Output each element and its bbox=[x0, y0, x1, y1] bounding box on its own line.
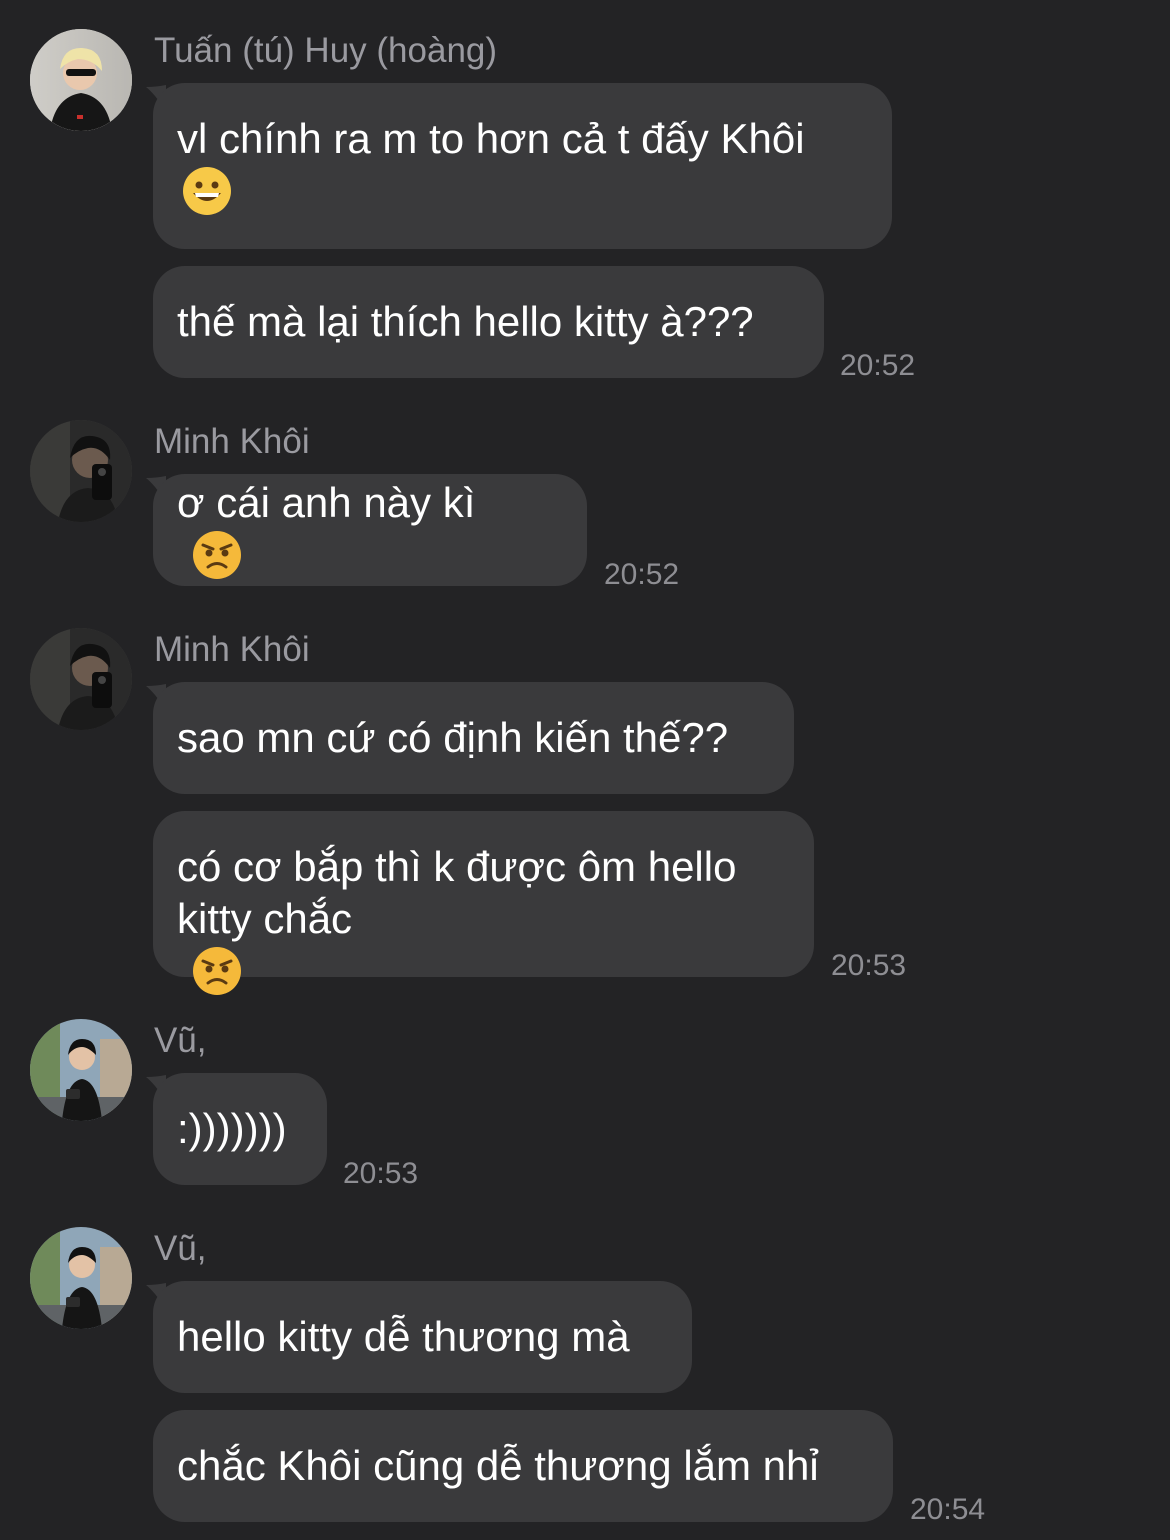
sender-avatar[interactable] bbox=[30, 420, 132, 522]
message-text: ơ cái anh này kì bbox=[177, 479, 476, 526]
message-timestamp: 20:53 bbox=[831, 949, 907, 982]
message-text: vl chính ra m to hơn cả t đấy Khôi bbox=[177, 115, 805, 162]
message-text: hello kitty dễ thương mà bbox=[177, 1313, 630, 1360]
message-timestamp: 20:52 bbox=[604, 558, 680, 591]
angry-face-icon bbox=[191, 529, 243, 581]
message-text: chắc Khôi cũng dễ thương lắm nhỉ bbox=[177, 1442, 819, 1489]
chat-thread[interactable]: Tuấn (tú) Huy (hoàng) vl chính ra m to h… bbox=[0, 0, 1170, 1540]
sender-name: Vũ, bbox=[154, 1229, 207, 1268]
message-bubble[interactable]: :))))))) bbox=[153, 1073, 327, 1185]
angry-face-icon bbox=[191, 945, 243, 997]
message-text: :))))))) bbox=[177, 1105, 287, 1152]
avatar-image-vu bbox=[30, 1227, 132, 1329]
sender-name: Vũ, bbox=[154, 1021, 207, 1060]
avatar-image-huy bbox=[30, 29, 132, 131]
message-bubble[interactable]: thế mà lại thích hello kitty à??? bbox=[153, 266, 824, 378]
message-bubble[interactable]: có cơ bắp thì k được ôm hello kitty chắc bbox=[153, 811, 814, 995]
sender-avatar[interactable] bbox=[30, 1227, 132, 1329]
avatar-image-vu bbox=[30, 1019, 132, 1121]
avatar-image-khoi bbox=[30, 628, 132, 730]
avatar-image-khoi bbox=[30, 420, 132, 522]
message-timestamp: 20:52 bbox=[840, 349, 916, 382]
message-text: có cơ bắp thì k được ôm hello kitty chắc bbox=[177, 843, 749, 942]
sender-avatar[interactable] bbox=[30, 628, 132, 730]
grinning-face-icon bbox=[181, 165, 233, 217]
message-bubble[interactable]: sao mn cứ có định kiến thế?? bbox=[153, 682, 794, 794]
message-text: thế mà lại thích hello kitty à??? bbox=[177, 298, 754, 345]
sender-avatar[interactable] bbox=[30, 1019, 132, 1121]
sender-name: Minh Khôi bbox=[154, 630, 310, 669]
message-text: sao mn cứ có định kiến thế?? bbox=[177, 714, 729, 761]
sender-avatar[interactable] bbox=[30, 29, 132, 131]
message-bubble[interactable]: chắc Khôi cũng dễ thương lắm nhỉ bbox=[153, 1410, 893, 1522]
message-timestamp: 20:53 bbox=[343, 1157, 419, 1190]
message-timestamp: 20:54 bbox=[910, 1493, 986, 1526]
message-bubble[interactable]: hello kitty dễ thương mà bbox=[153, 1281, 692, 1393]
sender-name: Minh Khôi bbox=[154, 422, 310, 461]
message-bubble[interactable]: vl chính ra m to hơn cả t đấy Khôi bbox=[153, 83, 892, 249]
message-bubble[interactable]: ơ cái anh này kì bbox=[153, 474, 587, 586]
sender-name: Tuấn (tú) Huy (hoàng) bbox=[154, 31, 498, 70]
